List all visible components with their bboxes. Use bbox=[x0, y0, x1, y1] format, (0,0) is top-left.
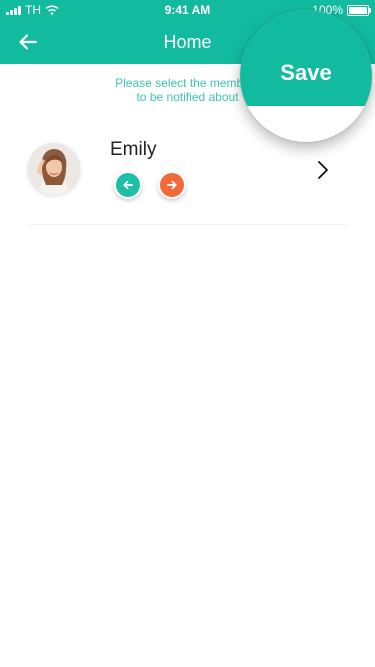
move-left-button[interactable] bbox=[114, 171, 142, 199]
save-button-background bbox=[240, 10, 372, 106]
screen: TH 9:41 AM 100% Home Please select the m… bbox=[0, 0, 375, 667]
chevron-right-icon[interactable] bbox=[316, 160, 330, 180]
arrow-left-icon bbox=[123, 180, 133, 190]
arrow-right-icon bbox=[167, 180, 177, 190]
save-button[interactable]: Save bbox=[240, 10, 372, 142]
member-name: Emily bbox=[110, 139, 157, 160]
save-button-label: Save bbox=[280, 60, 332, 85]
avatar-photo bbox=[28, 143, 80, 195]
member-row[interactable]: Emily bbox=[28, 138, 348, 225]
avatar bbox=[28, 143, 80, 195]
move-right-button[interactable] bbox=[158, 171, 186, 199]
